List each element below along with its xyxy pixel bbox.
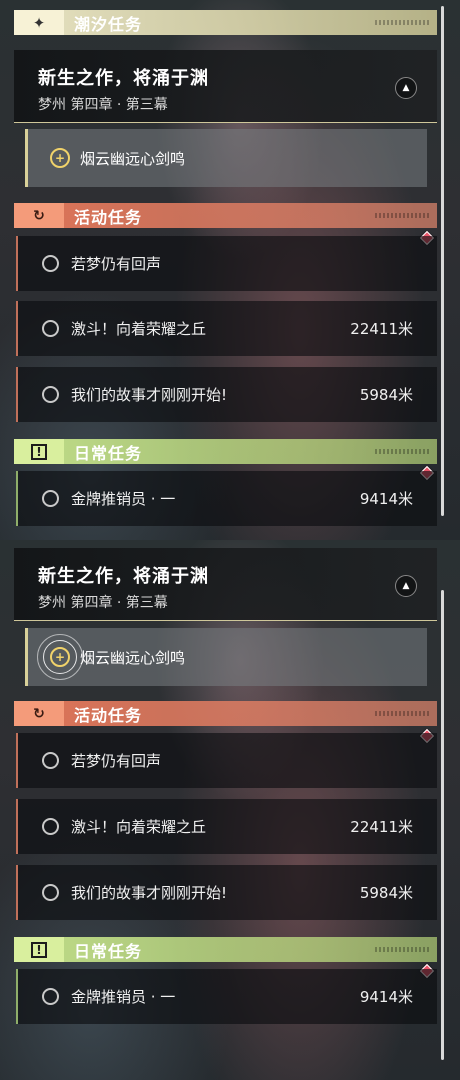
task-distance: 22411米 xyxy=(350,320,413,338)
main-quest-chapter: 梦州 第四章 · 第三幕 xyxy=(38,97,168,113)
scrollbar[interactable] xyxy=(441,590,444,1060)
list-item[interactable]: 金牌推销员 · 一 9414米 xyxy=(16,969,437,1024)
section-title: 活动任务 xyxy=(74,207,143,227)
status-circle-icon xyxy=(42,818,59,835)
header-decoration xyxy=(375,449,431,454)
section-title: 活动任务 xyxy=(74,705,143,725)
status-circle-icon xyxy=(42,386,59,403)
list-item[interactable]: 若梦仍有回声 xyxy=(16,236,437,291)
status-circle-icon xyxy=(42,884,59,901)
task-name: 激斗！向着荣耀之丘 xyxy=(71,320,207,338)
list-item[interactable]: 激斗！向着荣耀之丘 22411米 xyxy=(16,799,437,854)
task-name: 我们的故事才刚刚开始! xyxy=(71,386,228,404)
refresh-icon: ↻ xyxy=(14,203,64,228)
focus-ring xyxy=(37,634,83,680)
list-item[interactable]: 我们的故事才刚刚开始! 5984米 xyxy=(16,367,437,422)
star-icon: ✦ xyxy=(14,10,64,35)
header-decoration xyxy=(375,213,431,218)
exclamation-box-icon: ! xyxy=(14,439,64,464)
task-name: 若梦仍有回声 xyxy=(71,255,162,273)
section-header-event[interactable]: ↻ 活动任务 xyxy=(14,203,437,228)
navigate-arrow-icon[interactable]: ▲ xyxy=(395,77,417,99)
task-distance: 22411米 xyxy=(350,818,413,836)
objective-card[interactable]: + 烟云幽远心剑鸣 xyxy=(25,129,427,187)
navigate-arrow-icon[interactable]: ▲ xyxy=(395,575,417,597)
scrollbar[interactable] xyxy=(441,6,444,516)
section-title: 日常任务 xyxy=(74,443,143,463)
list-item[interactable]: 若梦仍有回声 xyxy=(16,733,437,788)
header-decoration xyxy=(375,711,431,716)
task-distance: 5984米 xyxy=(359,386,413,404)
task-name: 金牌推销员 · 一 xyxy=(71,490,176,508)
status-circle-icon xyxy=(42,752,59,769)
task-distance: 5984米 xyxy=(359,884,413,902)
target-icon: + xyxy=(50,148,70,168)
section-header-tide[interactable]: ✦ 潮汐任务 xyxy=(14,10,437,35)
list-item[interactable]: 金牌推销员 · 一 9414米 xyxy=(16,471,437,526)
status-circle-icon xyxy=(42,320,59,337)
list-item[interactable]: 我们的故事才刚刚开始! 5984米 xyxy=(16,865,437,920)
task-distance: 9414米 xyxy=(359,988,413,1006)
main-quest-card[interactable]: 新生之作，将涌于渊 梦州 第四章 · 第三幕 ▲ xyxy=(14,548,437,621)
main-quest-card[interactable]: 新生之作，将涌于渊 梦州 第四章 · 第三幕 ▲ xyxy=(14,50,437,123)
quest-tracker-panel-bottom: 新生之作，将涌于渊 梦州 第四章 · 第三幕 ▲ + 烟云幽远心剑鸣 ↻ 活动任… xyxy=(0,540,460,1080)
task-distance: 9414米 xyxy=(359,490,413,508)
header-decoration xyxy=(375,20,431,25)
list-item[interactable]: 激斗！向着荣耀之丘 22411米 xyxy=(16,301,437,356)
objective-label: 烟云幽远心剑鸣 xyxy=(80,648,186,667)
refresh-icon: ↻ xyxy=(14,701,64,726)
section-header-daily[interactable]: ! 日常任务 xyxy=(14,439,437,464)
objective-card[interactable]: + 烟云幽远心剑鸣 xyxy=(25,628,427,686)
task-name: 若梦仍有回声 xyxy=(71,752,162,770)
status-circle-icon xyxy=(42,255,59,272)
task-name: 激斗！向着荣耀之丘 xyxy=(71,818,207,836)
target-icon: + xyxy=(37,634,83,680)
task-name: 我们的故事才刚刚开始! xyxy=(71,884,228,902)
section-header-daily[interactable]: ! 日常任务 xyxy=(14,937,437,962)
exclamation-box-icon: ! xyxy=(14,937,64,962)
quest-tracker-panel-top: ✦ 潮汐任务 新生之作，将涌于渊 梦州 第四章 · 第三幕 ▲ + 烟云幽远心剑… xyxy=(0,0,460,540)
header-decoration xyxy=(375,947,431,952)
objective-label: 烟云幽远心剑鸣 xyxy=(80,149,186,168)
main-quest-chapter: 梦州 第四章 · 第三幕 xyxy=(38,595,168,611)
task-name: 金牌推销员 · 一 xyxy=(71,988,176,1006)
section-title: 潮汐任务 xyxy=(74,14,143,34)
section-title: 日常任务 xyxy=(74,941,143,961)
section-header-event[interactable]: ↻ 活动任务 xyxy=(14,701,437,726)
status-circle-icon xyxy=(42,988,59,1005)
main-quest-name: 新生之作，将涌于渊 xyxy=(38,68,209,89)
main-quest-name: 新生之作，将涌于渊 xyxy=(38,566,209,587)
status-circle-icon xyxy=(42,490,59,507)
